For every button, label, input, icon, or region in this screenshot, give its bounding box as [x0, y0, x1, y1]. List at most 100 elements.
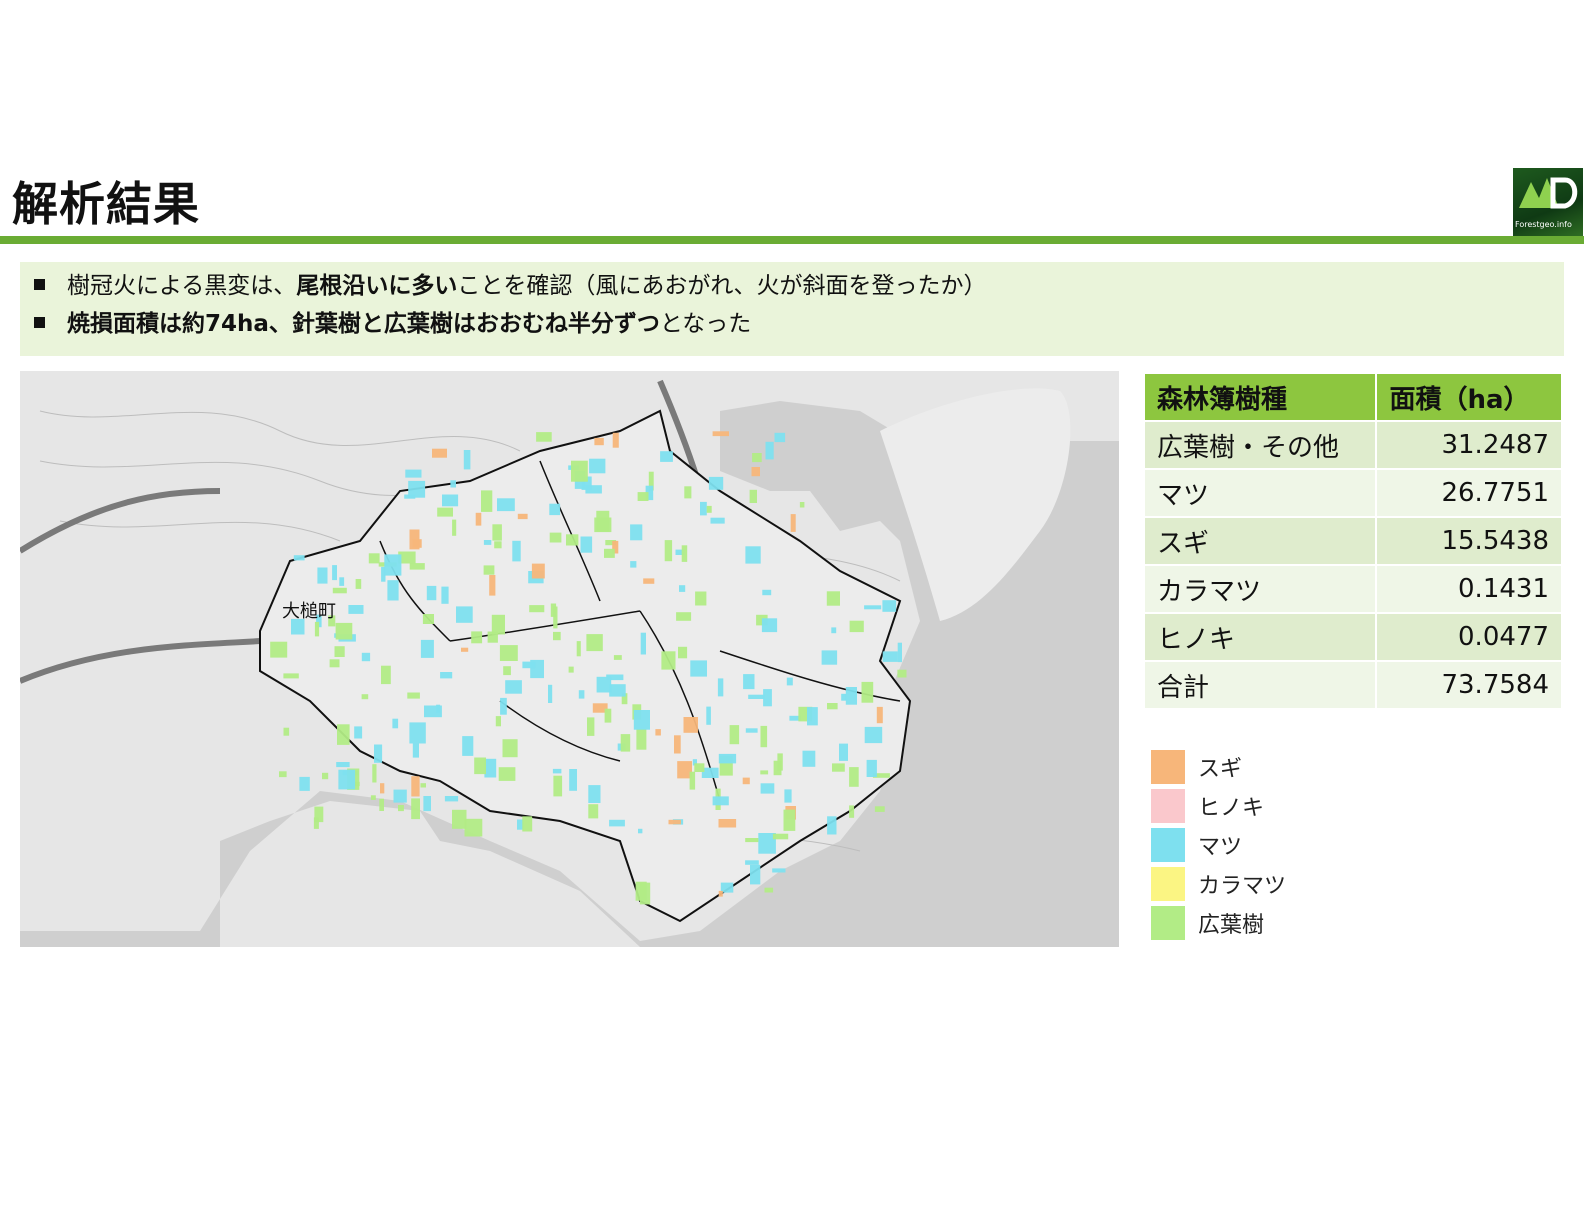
- species-patch: [745, 838, 759, 843]
- summary-box: 樹冠火による黒変は、尾根沿いに多いことを確認（風にあおがれ、火が斜面を登ったか）…: [20, 262, 1564, 356]
- total-label-cell: 合計: [1142, 660, 1378, 710]
- species-patch: [408, 480, 426, 498]
- species-patch: [462, 736, 474, 756]
- species-patch: [549, 532, 562, 543]
- species-patch: [743, 674, 755, 690]
- species-patch: [407, 692, 420, 699]
- species-patch: [897, 642, 902, 663]
- species-patch: [483, 565, 495, 575]
- species-patch: [694, 763, 705, 772]
- species-patch: [487, 631, 498, 643]
- species-patch: [424, 705, 442, 718]
- species-patch: [633, 710, 650, 730]
- species-patch: [517, 513, 528, 520]
- species-patch: [761, 618, 778, 633]
- species-patch: [354, 726, 363, 739]
- species-patch: [409, 563, 425, 570]
- species-patch: [745, 546, 761, 564]
- species-patch: [612, 432, 619, 448]
- species-cell: スギ: [1142, 516, 1378, 566]
- bullet-text: ことを確認（風にあおがれ、火が斜面を登ったか）: [457, 273, 987, 299]
- species-patch: [712, 796, 729, 806]
- species-patch: [689, 771, 696, 790]
- page-title: 解析結果: [12, 177, 200, 231]
- species-patch: [760, 783, 775, 794]
- species-patch: [695, 591, 707, 606]
- species-patch: [405, 469, 422, 478]
- species-patch: [706, 505, 712, 513]
- species-patch: [495, 716, 501, 727]
- bullet-square-icon: [34, 279, 45, 290]
- species-patch: [463, 450, 471, 470]
- species-patch: [630, 561, 637, 568]
- species-patch: [676, 612, 692, 621]
- species-patch: [640, 632, 646, 655]
- species-patch: [594, 517, 612, 533]
- species-cell: ヒノキ: [1142, 612, 1378, 662]
- species-patch: [831, 627, 837, 634]
- species-patch: [679, 585, 686, 592]
- species-patch: [749, 489, 757, 503]
- species-patch: [368, 553, 380, 564]
- bullet-emphasis: 尾根沿いに多い: [296, 273, 458, 299]
- species-patch: [866, 759, 877, 777]
- species-patch: [660, 451, 673, 462]
- species-patch: [384, 554, 402, 576]
- species-patch: [423, 796, 431, 812]
- species-patch: [630, 524, 643, 541]
- species-patch: [760, 770, 769, 775]
- species-patch: [580, 536, 593, 553]
- species-patch: [283, 673, 299, 679]
- table-total-row: 合計 73.7584: [1142, 660, 1563, 710]
- forestgeo-logo: Forestgeo.info: [1513, 168, 1583, 237]
- species-cell: マツ: [1142, 468, 1378, 518]
- species-patch: [398, 805, 404, 812]
- species-patch: [710, 517, 725, 524]
- town-label: 大槌町: [282, 601, 336, 622]
- species-patch: [774, 432, 786, 443]
- species-patch: [393, 789, 407, 803]
- species-patch: [497, 498, 515, 512]
- species-patch: [745, 860, 759, 865]
- legend-label: カラマツ: [1198, 874, 1287, 899]
- legend-label: 広葉樹: [1198, 913, 1265, 938]
- species-patch: [450, 480, 456, 488]
- table-row: 広葉樹・その他 31.2487: [1142, 420, 1563, 470]
- species-patch: [772, 868, 786, 873]
- species-patch: [336, 762, 350, 768]
- area-cell: 31.2487: [1375, 420, 1563, 470]
- species-patch: [335, 622, 353, 640]
- species-patch: [763, 689, 772, 707]
- species-patch: [760, 725, 768, 748]
- species-patch: [387, 580, 399, 601]
- species-patch: [690, 660, 707, 677]
- species-patch: [474, 757, 486, 775]
- species-patch: [361, 652, 371, 662]
- species-patch: [571, 460, 588, 482]
- species-patch: [409, 529, 420, 550]
- species-patch: [821, 650, 838, 665]
- species-patch: [643, 578, 655, 584]
- species-patch: [638, 828, 643, 834]
- species-patch: [596, 676, 612, 693]
- species-patch: [874, 806, 885, 812]
- species-patch: [841, 693, 847, 701]
- species-patch: [588, 785, 601, 803]
- species-patch: [827, 816, 837, 835]
- species-patch: [339, 577, 345, 586]
- species-patch: [845, 687, 857, 705]
- bullet-text: となった: [659, 311, 752, 337]
- table-row: マツ 26.7751: [1142, 468, 1563, 518]
- species-patch: [609, 819, 625, 827]
- logo-text: Forestgeo.info: [1515, 220, 1572, 229]
- bullet-emphasis: 焼損面積は約74ha、針葉樹と広葉樹はおおむね半分ずつ: [67, 311, 660, 337]
- species-patch: [765, 441, 774, 460]
- area-cell: 0.0477: [1375, 612, 1563, 662]
- species-patch: [322, 772, 329, 780]
- table-row: スギ 15.5438: [1142, 516, 1563, 566]
- species-patch: [536, 432, 552, 442]
- species-patch: [864, 605, 882, 610]
- species-patch: [452, 519, 457, 536]
- species-patch: [531, 563, 545, 579]
- species-patch: [420, 639, 434, 658]
